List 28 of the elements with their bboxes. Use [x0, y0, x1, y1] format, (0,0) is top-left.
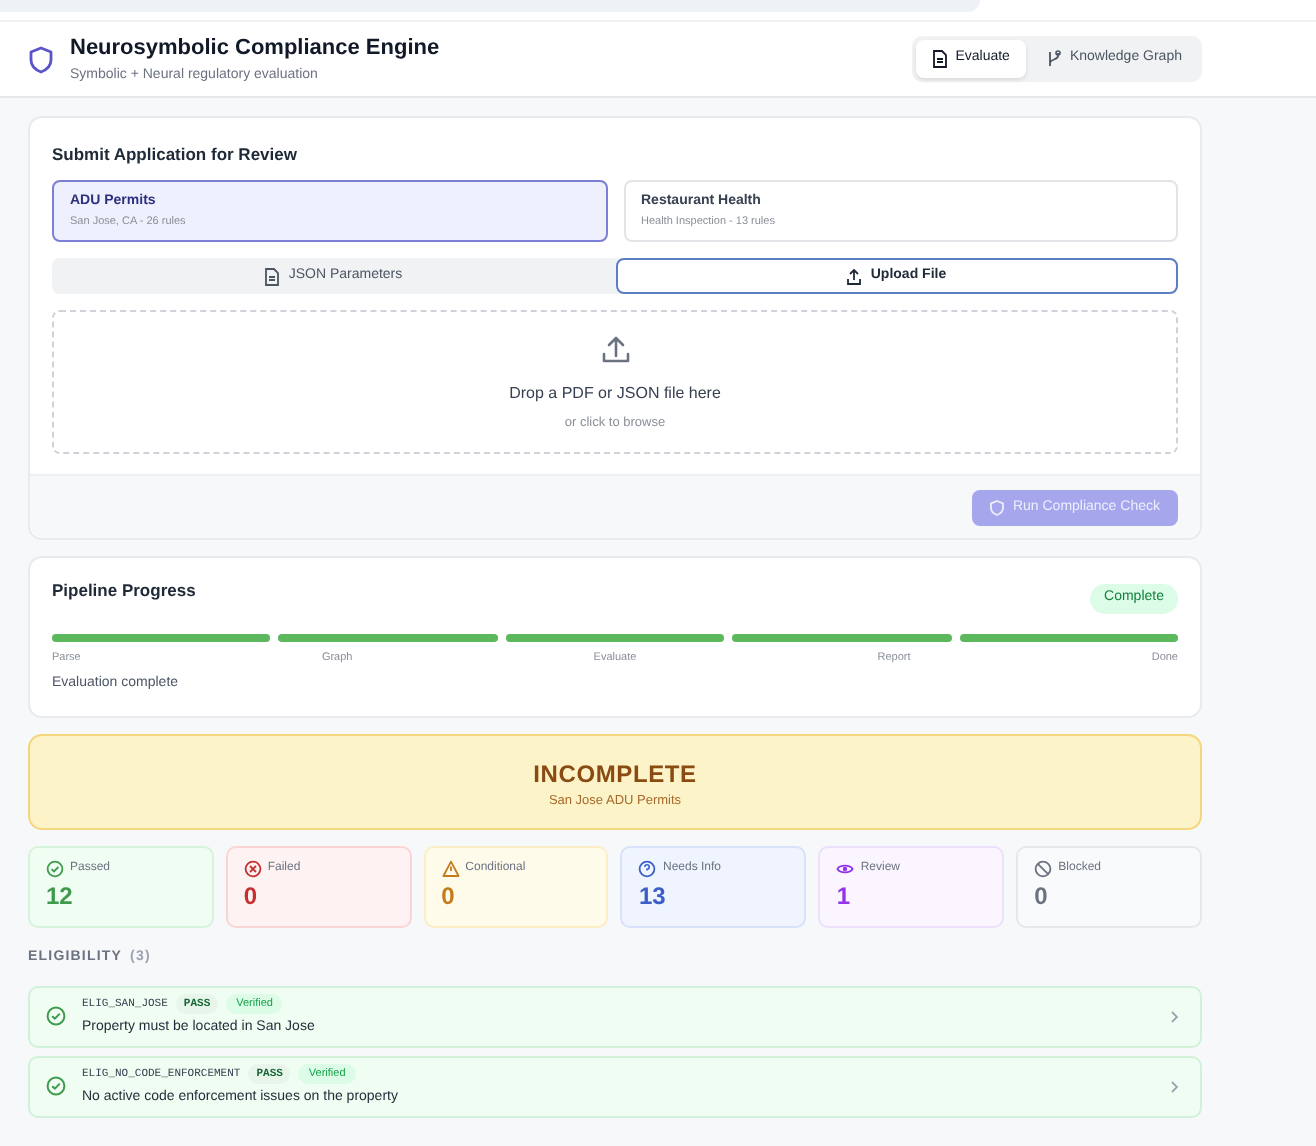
stat-value: 0 [441, 880, 457, 915]
chevron-right-icon [1170, 1009, 1180, 1024]
stat-value: 0 [1034, 880, 1050, 915]
blocked-icon [1034, 860, 1053, 879]
check-circle-icon [46, 1006, 66, 1027]
branch-icon [1045, 50, 1062, 68]
warning-icon [441, 860, 460, 879]
question-circle-icon [638, 860, 657, 879]
x-circle-icon [243, 860, 262, 879]
card-title: Pipeline Progress [52, 580, 196, 602]
stat-value: 1 [836, 880, 852, 915]
verdict-text: INCOMPLETE [533, 757, 697, 791]
stat-value: 12 [46, 880, 75, 915]
document-icon [264, 267, 281, 286]
app-title: Neurosymbolic Compliance Engine [70, 34, 440, 64]
shield-icon [28, 45, 54, 73]
upload-icon [846, 267, 863, 286]
stat-value: 0 [243, 880, 260, 915]
upload-icon [599, 333, 631, 366]
check-circle-icon [46, 860, 64, 879]
shield-icon [990, 499, 1005, 516]
stat-value: 13 [638, 880, 668, 915]
chevron-right-icon [1170, 1079, 1180, 1094]
check-circle-icon [46, 1076, 66, 1097]
card-title: Submit Application for Review [52, 144, 299, 165]
document-icon [931, 50, 948, 68]
drop-title: Drop a PDF or JSON file here [509, 381, 721, 406]
eye-icon [836, 860, 855, 879]
